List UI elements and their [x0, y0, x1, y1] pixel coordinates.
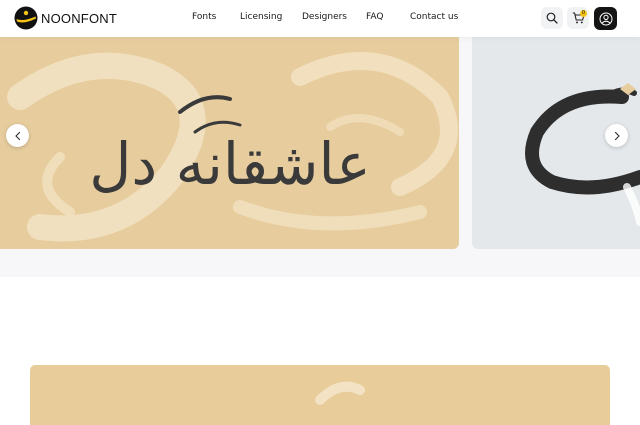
cart-button[interactable]: 0: [567, 7, 589, 29]
search-icon: [546, 12, 558, 24]
carousel-prev-button[interactable]: [6, 124, 29, 147]
chevron-right-icon: [614, 131, 620, 140]
account-button[interactable]: [594, 7, 617, 30]
site-header: NOONFONT Fonts Licensing Designers FAQ C…: [0, 0, 640, 37]
promo-banner[interactable]: [30, 365, 610, 425]
nav-designers[interactable]: Designers: [302, 11, 347, 23]
hero-carousel: عاشقانه دل: [0, 37, 640, 277]
nav-fonts[interactable]: Fonts: [192, 11, 216, 23]
search-button[interactable]: [541, 7, 563, 29]
calligraphy-text: عاشقانه دل: [89, 130, 371, 198]
nav-faq[interactable]: FAQ: [366, 11, 383, 23]
carousel-slide-1[interactable]: عاشقانه دل: [0, 37, 459, 249]
nav-licensing[interactable]: Licensing: [240, 11, 282, 23]
user-icon: [599, 12, 612, 25]
chevron-left-icon: [14, 131, 20, 140]
cart-count-badge: 0: [580, 10, 587, 17]
carousel-next-button[interactable]: [605, 124, 628, 147]
nav-contact-us[interactable]: Contact us: [410, 11, 458, 23]
promo-artwork: [315, 381, 365, 405]
